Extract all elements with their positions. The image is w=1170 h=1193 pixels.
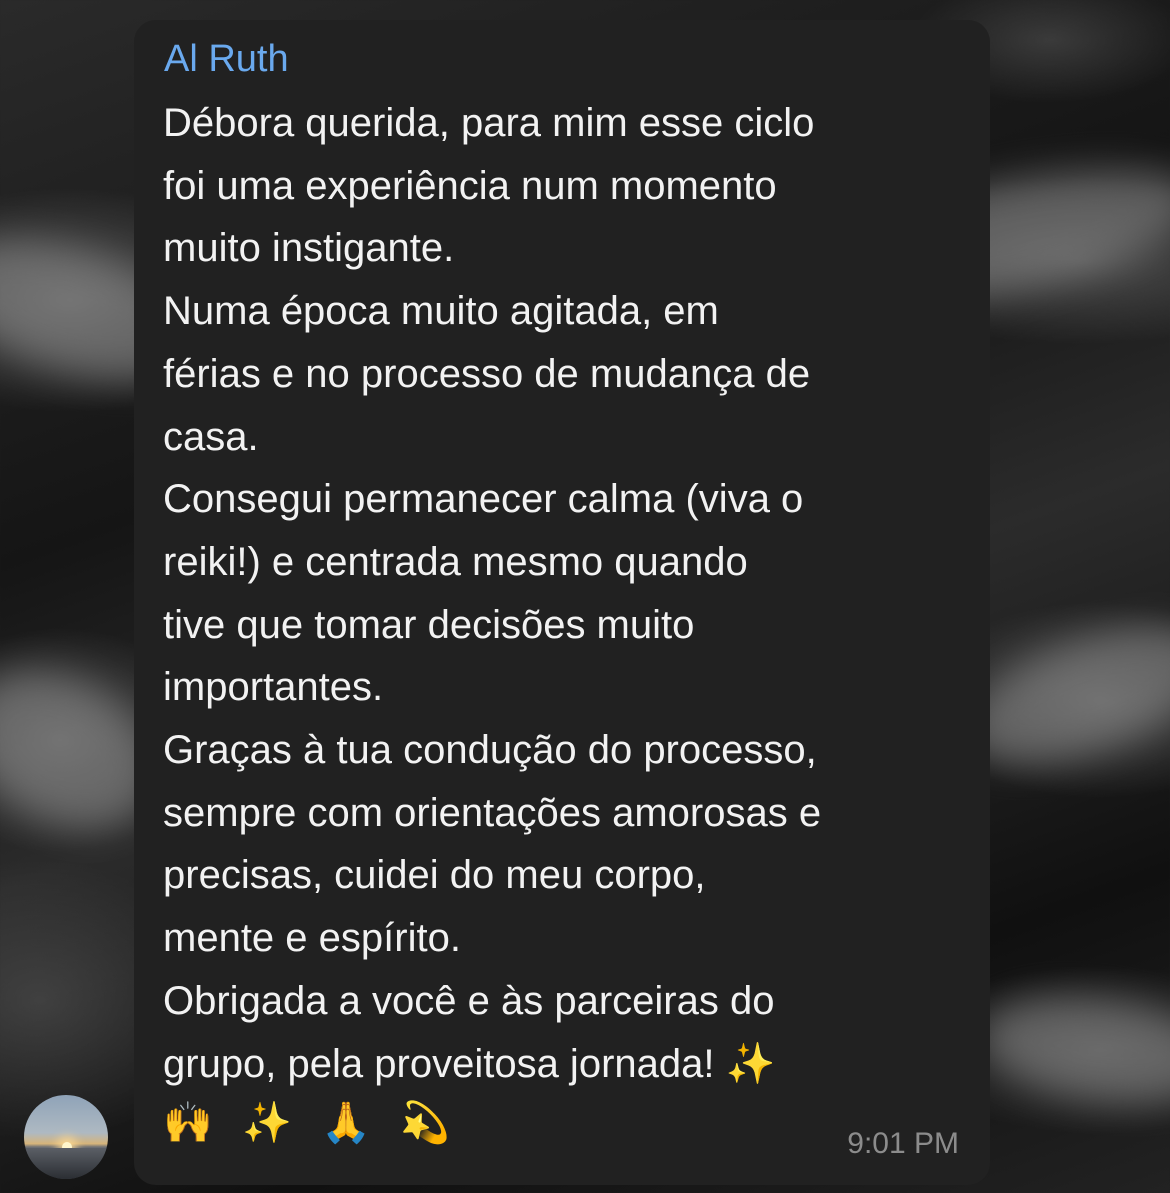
dizzy-emoji-icon: 💫 — [400, 1101, 451, 1145]
message-line: sempre com orientações amorosas e — [163, 790, 822, 835]
message-line: Graças à tua condução do processo, — [163, 728, 817, 773]
raising-hands-emoji-icon: 🙌 — [163, 1101, 213, 1145]
message-line: Débora querida, para mim esse ciclo — [163, 101, 815, 145]
sender-name[interactable]: Al Ruth — [164, 38, 289, 81]
message-line: reiki!) e centrada mesmo quando — [163, 539, 748, 584]
message-line: grupo, pela proveitosa jornada! ✨ — [163, 1041, 776, 1086]
sparkles-emoji-icon: ✨ — [242, 1101, 292, 1145]
message-timestamp: 9:01 PM — [847, 1127, 959, 1160]
message-line: precisas, cuidei do meu corpo, — [163, 853, 706, 898]
emoji-row: 🙌 ✨ 🙏 💫 — [163, 1092, 468, 1154]
folded-hands-emoji-icon: 🙏 — [321, 1101, 372, 1145]
message-line: tive que tomar decisões muito — [163, 602, 695, 647]
message-line: importantes. — [163, 665, 384, 710]
message-line: Consegui permanecer calma (viva o — [163, 477, 804, 522]
message-text: Débora querida, para mim esse ciclo foi … — [163, 92, 983, 1095]
message-line: Numa época muito agitada, em — [163, 289, 719, 334]
message-line: Obrigada a você e às parceiras do — [163, 978, 775, 1023]
message-line: férias e no processo de mudança de — [163, 351, 811, 396]
message-line: foi uma experiência num momento — [163, 163, 777, 208]
sender-avatar[interactable] — [24, 1095, 108, 1179]
message-line: muito instigante. — [163, 226, 455, 271]
message-line: casa. — [163, 414, 259, 459]
avatar-sea — [24, 1148, 108, 1179]
message-line: mente e espírito. — [163, 916, 461, 961]
background-wallpaper-shape — [974, 983, 1170, 1117]
message-bubble[interactable]: Al Ruth Débora querida, para mim esse ci… — [134, 20, 990, 1185]
